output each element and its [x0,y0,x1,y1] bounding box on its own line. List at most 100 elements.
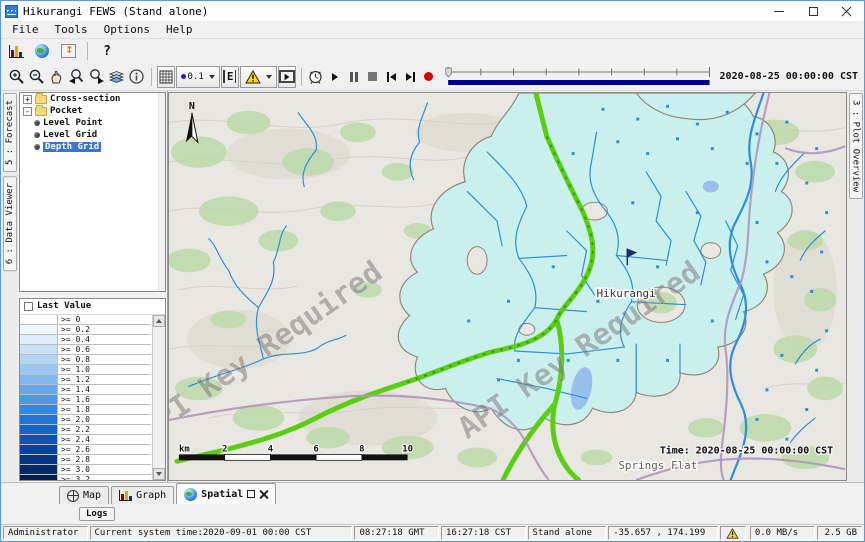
legend-label: >= 2.4 [58,435,90,444]
pan-button[interactable] [47,66,66,88]
legend-row[interactable]: >= 2.4 [20,435,151,445]
legend-label: >= 2.2 [58,425,90,434]
help-button[interactable]: ? [96,40,118,62]
scroll-down-button[interactable] [153,468,165,480]
step-back-button[interactable] [383,66,401,88]
legend-label: >= 1.6 [58,395,90,404]
tree-item-cross-section[interactable]: +Cross-section [20,93,165,105]
legend-row[interactable]: >= 1.4 [20,385,151,395]
animation-settings-button[interactable] [306,66,325,88]
legend-row[interactable]: >= 2.0 [20,415,151,425]
legend-button[interactable]: E [221,66,239,88]
forecast-manager-button[interactable] [5,40,27,62]
restore-icon[interactable] [247,490,255,498]
legend-row[interactable]: >= 0.4 [20,335,151,345]
status-coordinates: -35.657 , 174.199 [608,526,718,540]
zoom-previous-button[interactable] [67,66,86,88]
legend-row[interactable]: >= 0.2 [20,325,151,335]
spatial-display-button[interactable]: ↕ [57,40,79,62]
logs-tab[interactable]: Logs [79,507,115,521]
menu-help[interactable]: Help [159,22,200,37]
left-tab-6-data-viewer[interactable]: 6 : Data Viewer [3,176,17,271]
status-warning-cell[interactable] [720,526,746,540]
minimize-button[interactable] [762,1,796,21]
zoom-out-icon [28,68,45,85]
legend-row[interactable]: >= 1.8 [20,405,151,415]
play-button[interactable] [326,66,344,88]
zoom-in-icon [8,68,25,85]
time-slider[interactable] [445,66,713,88]
maximize-button[interactable] [796,1,830,21]
legend-swatch [20,375,58,384]
tree-item-level-grid[interactable]: Level Grid [20,129,165,141]
panel-splitter[interactable] [18,293,167,297]
zoom-in-button[interactable] [7,66,26,88]
bottom-tab-bar: MapGraphSpatial [1,482,864,504]
legend-swatch [20,445,58,454]
legend-swatch [20,455,58,464]
stop-button[interactable] [364,66,382,88]
zoom-out-button[interactable] [27,66,46,88]
app-window: Hikurangi FEWS (Stand alone) FileToolsOp… [0,0,865,542]
legend-row[interactable]: >= 0.6 [20,345,151,355]
map-canvas[interactable]: API Key Required API Key Required Hikura… [168,92,847,481]
map-display-button[interactable] [31,40,53,62]
legend-swatch [20,415,58,424]
grid-display-button[interactable] [157,66,175,88]
main-toolbar: ↕ ? [1,39,864,63]
menu-tools[interactable]: Tools [48,22,95,37]
thresholds-warning-dropdown[interactable] [240,66,277,88]
updown-arrow-icon: ↕ [66,43,74,57]
bar-chart-icon [119,490,132,501]
legend-row[interactable]: >= 3.2 [20,475,151,480]
info-button[interactable] [127,66,146,88]
layers-button[interactable] [107,66,126,88]
slider-handle[interactable] [446,68,452,77]
threshold-value: 0.1 [188,72,204,82]
tree-item-pocket[interactable]: -Pocket [20,105,165,117]
globe-icon [184,488,197,501]
legend-swatch [20,385,58,394]
legend-row[interactable]: >= 3.0 [20,465,151,475]
left-tab-5-forecast[interactable]: 5 : Forecast [3,93,17,172]
menu-options[interactable]: Options [97,22,157,37]
legend-row[interactable]: >= 1.0 [20,365,151,375]
legend-row[interactable]: >= 1.2 [20,375,151,385]
legend-row[interactable]: >= 0.8 [20,355,151,365]
menu-file[interactable]: File [5,22,46,37]
tree-item-level-point[interactable]: Level Point [20,117,165,129]
legend-row[interactable]: >= 2.8 [20,455,151,465]
status-gmt-time: 08:27:18 GMT [354,526,439,540]
zoom-next-icon [88,68,105,85]
zoom-next-button[interactable] [87,66,106,88]
legend-row[interactable]: >= 0 [20,315,151,325]
expander-icon[interactable]: + [23,95,32,104]
legend-row[interactable]: >= 2.6 [20,445,151,455]
tab-map[interactable]: Map [59,486,109,504]
legend-swatch [20,465,58,474]
threshold-dropdown[interactable]: 0.1 [176,66,220,88]
status-bar: Administrator Current system time:2020-0… [1,524,864,541]
expander-icon[interactable]: - [23,107,32,116]
legend-scrollbar[interactable] [152,315,165,480]
legend-row[interactable]: >= 1.6 [20,395,151,405]
tab-graph[interactable]: Graph [111,486,174,504]
record-button[interactable] [420,66,438,88]
pause-button[interactable] [345,66,363,88]
tab-spatial[interactable]: Spatial [176,483,276,504]
skip-to-end-icon [406,72,415,82]
close-button[interactable] [830,1,864,21]
scroll-up-button[interactable] [153,315,165,327]
last-value-checkbox[interactable] [24,302,33,311]
close-icon[interactable] [259,490,268,499]
legend-label: >= 0 [58,315,80,324]
tree-scrollbar[interactable] [158,93,165,291]
tree-item-depth-grid[interactable]: Depth Grid [20,141,165,153]
legend-label: >= 1.2 [58,375,90,384]
spatial-chart-icon: ↕ [61,44,76,58]
step-forward-button[interactable] [401,66,419,88]
animation-button[interactable] [278,66,296,88]
right-tab-3-plot-overview[interactable]: 3 : Plot Overview [849,93,863,199]
left-tab-strip: 5 : Forecast 6 : Data Viewer [1,91,18,482]
legend-row[interactable]: >= 2.2 [20,425,151,435]
